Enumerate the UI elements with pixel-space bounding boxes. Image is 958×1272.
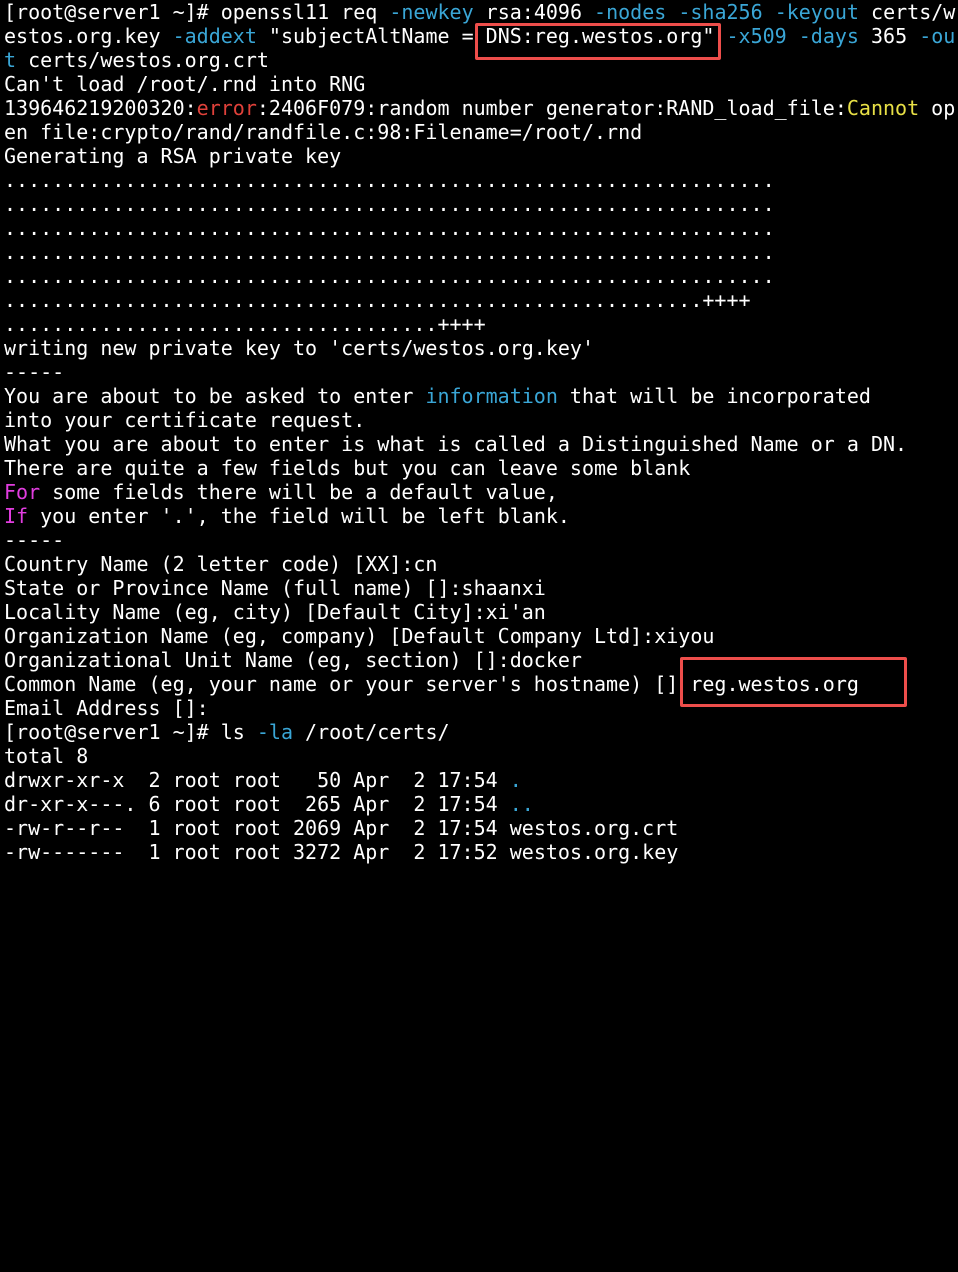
option-days: -days xyxy=(798,24,859,48)
output-line-rng: Can't load /root/.rnd into RNG xyxy=(4,72,366,96)
output-line-writing: writing new private key to 'certs/westos… xyxy=(4,336,595,360)
listing-row: -rw------- 1 root root 3272 Apr 2 17:52 … xyxy=(4,840,678,864)
shell-prompt: [root@server1 ~]# xyxy=(4,0,221,24)
field-unit: Organizational Unit Name (eg, section) [… xyxy=(4,648,582,672)
error-detail: :2406F079:random number generator:RAND_l… xyxy=(256,96,847,120)
option-out: -ou xyxy=(919,24,956,48)
option-la: -la xyxy=(256,720,293,744)
info-line: You are about to be asked to enter infor… xyxy=(4,384,871,408)
error-code: 139646219200320: xyxy=(4,96,197,120)
file-name: westos.org.crt xyxy=(509,816,679,840)
option-out-cont: t xyxy=(4,48,17,72)
if-keyword: If xyxy=(4,504,29,528)
info-text: You are about to be asked to enter xyxy=(4,384,426,408)
option-keyout: -keyout xyxy=(774,0,859,24)
separator: ----- xyxy=(4,360,65,384)
command-text: openssl11 req xyxy=(220,0,390,24)
info-line: If you enter '.', the field will be left… xyxy=(4,504,570,528)
listing-row: -rw-r--r-- 1 root root 2069 Apr 2 17:54 … xyxy=(4,816,678,840)
option-sha256: -sha256 xyxy=(678,0,763,24)
progress-dots: ....................................++++ xyxy=(4,312,486,336)
field-email: Email Address []: xyxy=(4,696,209,720)
option-value: 365 xyxy=(858,24,920,48)
output-line-error: 139646219200320:error:2406F079:random nu… xyxy=(4,96,955,120)
info-line: For some fields there will be a default … xyxy=(4,480,558,504)
option-addext: -addext xyxy=(172,24,257,48)
option-value: rsa:4096 xyxy=(473,0,595,24)
command-text: ls xyxy=(220,720,257,744)
option-newkey: -newkey xyxy=(389,0,474,24)
field-country: Country Name (2 letter code) [XX]:cn xyxy=(4,552,438,576)
highlight-box-common-name xyxy=(680,657,907,707)
file-name: westos.org.key xyxy=(509,840,679,864)
command-line-openssl: [root@server1 ~]# openssl11 req -newkey … xyxy=(4,0,955,24)
option-value: /root/certs/ xyxy=(293,720,450,744)
info-line: What you are about to enter is what is c… xyxy=(4,432,908,456)
file-name: .. xyxy=(509,792,534,816)
progress-dots: ........................................… xyxy=(4,192,775,216)
output-line-error-cont: en file:crypto/rand/randfile.c:98:Filena… xyxy=(4,120,643,144)
option-value: certs/w xyxy=(858,0,956,24)
info-line: There are quite a few fields but you can… xyxy=(4,456,691,480)
info-text: some fields there will be a default valu… xyxy=(40,480,558,504)
output-total: total 8 xyxy=(4,744,89,768)
highlight-box-dns xyxy=(475,23,721,60)
listing-row: dr-xr-x---. 6 root root 265 Apr 2 17:54 … xyxy=(4,792,534,816)
common-name-prompt: Common Name (eg, your name or your serve… xyxy=(4,672,691,696)
field-state: State or Province Name (full name) []:sh… xyxy=(4,576,546,600)
separator: ----- xyxy=(4,528,65,552)
progress-dots: ........................................… xyxy=(4,288,751,312)
option-nodes: -nodes xyxy=(594,0,667,24)
field-organization: Organization Name (eg, company) [Default… xyxy=(4,624,715,648)
option-x509: -x509 xyxy=(726,24,787,48)
file-meta: -rw------- 1 root root 3272 Apr 2 17:52 xyxy=(4,840,510,864)
file-meta: -rw-r--r-- 1 root root 2069 Apr 2 17:54 xyxy=(4,816,510,840)
information-keyword: information xyxy=(425,384,558,408)
command-line-ls: [root@server1 ~]# ls -la /root/certs/ xyxy=(4,720,450,744)
info-text: you enter '.', the field will be left bl… xyxy=(28,504,570,528)
progress-dots: ........................................… xyxy=(4,240,775,264)
listing-row: drwxr-xr-x 2 root root 50 Apr 2 17:54 . xyxy=(4,768,522,792)
field-locality: Locality Name (eg, city) [Default City]:… xyxy=(4,600,546,624)
progress-dots: ........................................… xyxy=(4,264,775,288)
option-value: certs/westos.org.crt xyxy=(16,48,269,72)
file-meta: dr-xr-x---. 6 root root 265 Apr 2 17:54 xyxy=(4,792,510,816)
shell-prompt: [root@server1 ~]# xyxy=(4,720,221,744)
cannot-keyword: Cannot xyxy=(846,96,920,120)
for-keyword: For xyxy=(4,480,41,504)
output-line-generating: Generating a RSA private key xyxy=(4,144,342,168)
error-detail: op xyxy=(919,96,956,120)
file-name: . xyxy=(509,768,522,792)
option-value: "subjectAltName = xyxy=(256,24,486,48)
terminal-output[interactable]: [root@server1 ~]# openssl11 req -newkey … xyxy=(4,0,958,876)
error-keyword: error xyxy=(196,96,257,120)
option-value: estos.org.key xyxy=(4,24,173,48)
progress-dots: ........................................… xyxy=(4,168,775,192)
info-line: into your certificate request. xyxy=(4,408,366,432)
command-line-wrap-2: t certs/westos.org.crt xyxy=(4,48,269,72)
file-meta: drwxr-xr-x 2 root root 50 Apr 2 17:54 xyxy=(4,768,510,792)
progress-dots: ........................................… xyxy=(4,216,775,240)
info-text: that will be incorporated xyxy=(557,384,871,408)
